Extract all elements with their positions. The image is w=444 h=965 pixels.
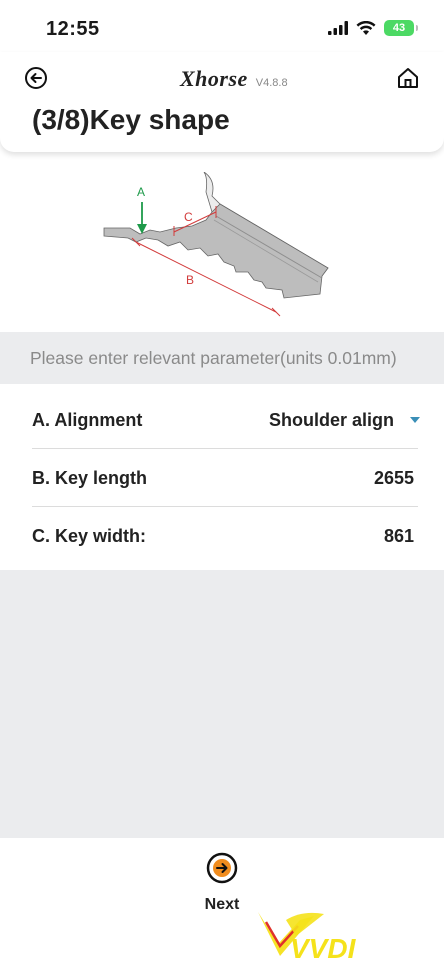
vvdi-watermark: VVDI xyxy=(256,906,406,965)
home-button[interactable] xyxy=(396,66,420,90)
dropdown-caret-icon xyxy=(410,417,420,423)
status-time: 12:55 xyxy=(46,18,100,40)
parameter-list: A. Alignment Shoulder align B. Key lengt… xyxy=(0,392,444,570)
empty-area xyxy=(0,570,444,838)
key-width-label: C. Key width: xyxy=(32,525,147,546)
watermark-text: VVDI xyxy=(290,933,357,960)
param-row-key-width[interactable]: C. Key width: 861 xyxy=(32,508,418,564)
status-icons: 43 xyxy=(328,20,418,36)
label-c: C xyxy=(184,210,193,224)
param-row-key-length[interactable]: B. Key length 2655 xyxy=(32,450,418,507)
label-a: A xyxy=(137,185,145,199)
status-bar: 12:55 43 xyxy=(0,0,444,52)
page-title: (3/8)Key shape xyxy=(32,104,230,135)
instruction-text: Please enter relevant parameter(units 0.… xyxy=(30,348,397,368)
signal-icon xyxy=(328,21,348,35)
battery-icon: 43 xyxy=(384,20,418,36)
instruction-band: Please enter relevant parameter(units 0.… xyxy=(0,332,444,384)
key-length-input[interactable]: 2655 xyxy=(374,468,418,489)
brand-logo: Xhorse xyxy=(180,66,248,91)
arrow-right-circle-icon xyxy=(206,852,238,884)
alignment-select[interactable]: Shoulder align xyxy=(268,409,420,431)
next-label: Next xyxy=(204,896,240,913)
next-button[interactable]: Next xyxy=(192,852,252,922)
key-shape-illustration: A C B xyxy=(103,172,329,317)
home-icon xyxy=(398,68,418,88)
key-blade xyxy=(103,203,329,299)
wifi-icon xyxy=(356,20,376,35)
key-length-label: B. Key length xyxy=(32,467,148,488)
key-diagram: A C B xyxy=(0,152,444,332)
alignment-label: A. Alignment xyxy=(32,409,143,430)
battery-level: 43 xyxy=(392,22,406,34)
brand: Xhorse V4.8.8 xyxy=(180,66,288,92)
back-arrow-icon xyxy=(25,67,47,89)
label-b: B xyxy=(186,273,194,287)
app-version: V4.8.8 xyxy=(255,77,288,89)
header: Xhorse V4.8.8 (3/8)Key shape xyxy=(0,52,444,152)
back-button[interactable] xyxy=(24,66,48,90)
param-row-alignment[interactable]: A. Alignment Shoulder align xyxy=(32,392,420,449)
key-width-input[interactable]: 861 xyxy=(384,526,418,547)
alignment-value: Shoulder align xyxy=(268,409,394,430)
